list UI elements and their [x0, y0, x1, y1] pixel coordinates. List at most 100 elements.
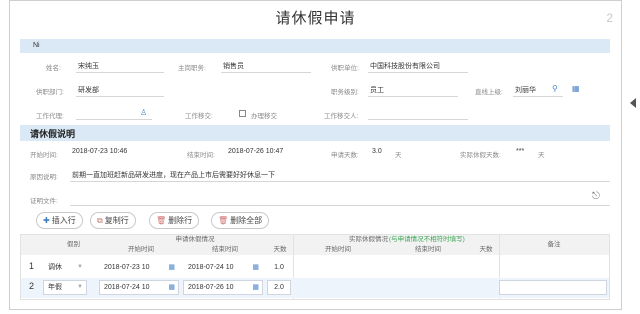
name-label: 姓名: — [46, 65, 61, 72]
trash-all-icon: 🗑 — [218, 216, 229, 225]
end-time-value[interactable]: 2018-07-26 10:47 — [228, 148, 283, 155]
post-value: 销售员 — [223, 63, 244, 70]
header-end: 结束时间 — [212, 246, 238, 253]
days-field[interactable]: 2.0 — [267, 280, 291, 295]
attach-underline — [70, 205, 610, 206]
days-field[interactable]: 1.0 — [267, 260, 291, 275]
reason-value[interactable]: 前期一直加班赶新品研发进度，现在产品上市后需要好好休息一下 — [72, 170, 275, 180]
apply-days-unit: 天 — [395, 152, 402, 159]
copy-row-button[interactable]: ⧉ 复制行 — [90, 212, 136, 229]
apply-days-label: 申请天数: — [331, 152, 359, 159]
end-date-value: 2018-07-24 10 — [188, 264, 234, 271]
agent-label: 工作代理: — [36, 113, 64, 120]
attach-label: 证明文件: — [30, 198, 58, 205]
handover-checkbox-label: 办理移交 — [251, 113, 277, 120]
person-icon[interactable]: ♙ — [140, 108, 147, 117]
post-underline — [221, 72, 311, 73]
header-remark: 备注 — [547, 241, 561, 248]
leave-type-select[interactable]: 调休 ▼ — [43, 260, 87, 275]
level-label: 职务级别: — [331, 89, 359, 96]
row-number: 2 — [29, 281, 35, 291]
agent-underline[interactable] — [76, 119, 152, 120]
insert-row-label: 插入行 — [51, 216, 76, 225]
calendar-icon: ▦ — [168, 264, 175, 271]
delete-all-label: 删除全部 — [230, 216, 263, 225]
calendar-icon: ▦ — [252, 284, 259, 291]
superior-value[interactable]: 刘丽华 — [515, 85, 536, 95]
handover-label: 工作移交: — [185, 113, 213, 120]
leave-type-value: 年假 — [48, 284, 62, 291]
superior-underline — [513, 96, 563, 97]
delete-row-button[interactable]: 🗑 删除行 — [149, 212, 200, 229]
actual-days-value: *** — [516, 148, 525, 155]
leave-form: 请休假申请 2 Ni 姓名: 宋纯玉 主岗职务: 销售员 供职单位: 中国科技股… — [9, 0, 622, 310]
leave-table: 假别 申请休假情况 实际休假情况 (与申请情况不相符时填写) 备注 开始时间 结… — [20, 234, 610, 300]
level-value: 员工 — [370, 87, 384, 94]
reason-label: 原因说明: — [30, 174, 58, 181]
page-title: 请休假申请 — [275, 10, 356, 27]
start-date-value: 2018-07-24 10 — [104, 284, 150, 291]
handover-person-label: 工作移交人: — [324, 113, 359, 120]
header-actual-group: 实际休假情况 — [349, 236, 388, 243]
end-date-field[interactable]: 2018-07-26 10 ▦ — [183, 280, 263, 295]
leave-type-select[interactable]: 年假 ▼ — [43, 280, 87, 295]
delete-row-label: 删除行 — [168, 216, 193, 225]
close-icon[interactable]: 2 — [606, 11, 613, 25]
post-label: 主岗职务: — [178, 65, 206, 72]
user-bar: Ni — [20, 39, 610, 53]
start-date-field[interactable]: 2018-07-23 10 ▦ — [99, 260, 179, 275]
trash-icon: 🗑 — [156, 216, 167, 225]
table-row: 1 调休 ▼ 2018-07-23 10 ▦ 2018-07-24 10 ▦ 1.0 — [21, 258, 609, 278]
person-search-icon[interactable]: ⚲ — [552, 84, 558, 93]
name-value: 宋纯玉 — [78, 63, 99, 70]
handover-checkbox[interactable] — [239, 110, 246, 117]
paperclip-icon[interactable]: ⎋ — [592, 191, 600, 202]
calendar-icon: ▦ — [168, 284, 175, 291]
header-leave-type: 假别 — [67, 241, 80, 248]
reason-underline — [70, 181, 610, 182]
actual-days-unit: 天 — [538, 152, 545, 159]
name-underline — [76, 72, 164, 73]
level-underline — [368, 96, 458, 97]
copy-icon: ⧉ — [97, 216, 103, 225]
end-date-field[interactable]: 2018-07-24 10 ▦ — [183, 260, 263, 275]
remark-field[interactable] — [499, 280, 607, 295]
unit-underline — [368, 72, 468, 73]
days-value: 1.0 — [274, 264, 284, 271]
handover-person-underline[interactable] — [368, 119, 468, 120]
row-number: 1 — [29, 261, 35, 271]
superior-label: 直线上级: — [475, 89, 503, 96]
header-days: 天数 — [273, 246, 287, 253]
unit-value: 中国科技股份有限公司 — [370, 63, 440, 70]
collapse-arrow-icon[interactable] — [630, 98, 636, 108]
header-start: 开始时间 — [128, 246, 154, 253]
chevron-down-icon: ▼ — [77, 264, 83, 270]
delete-all-button[interactable]: 🗑 删除全部 — [211, 212, 270, 229]
header-actual-start: 开始时间 — [325, 246, 351, 253]
end-date-value: 2018-07-26 10 — [188, 284, 234, 291]
insert-row-button[interactable]: ✚ 插入行 — [36, 212, 83, 229]
dept-value: 研发部 — [78, 87, 99, 94]
start-time-label: 开始时间: — [30, 152, 58, 159]
table-row: 2 年假 ▼ 2018-07-24 10 ▦ 2018-07-26 10 ▦ 2.0 — [21, 278, 609, 298]
dept-underline — [76, 96, 164, 97]
leave-type-value: 调休 — [48, 264, 62, 271]
org-chart-icon[interactable]: ▦ — [572, 84, 580, 93]
section-title: 请休假说明 — [30, 129, 76, 139]
header-actual-days: 天数 — [479, 246, 493, 253]
header-actual-note: (与申请情况不相符时填写) — [389, 236, 465, 243]
start-date-field[interactable]: 2018-07-24 10 ▦ — [99, 280, 179, 295]
dept-label: 供职部门: — [36, 89, 64, 96]
start-time-value[interactable]: 2018-07-23 10:46 — [72, 148, 127, 155]
start-date-value: 2018-07-23 10 — [104, 264, 150, 271]
calendar-icon: ▦ — [252, 264, 259, 271]
end-time-label: 结束时间: — [187, 152, 215, 159]
chevron-down-icon: ▼ — [77, 284, 83, 290]
actual-days-label: 实际休假天数: — [460, 152, 501, 159]
section-bar — [20, 125, 610, 141]
days-value: 2.0 — [274, 284, 284, 291]
user-bar-label: Ni — [33, 42, 40, 49]
copy-row-label: 复制行 — [104, 216, 129, 225]
unit-label: 供职单位: — [331, 65, 359, 72]
header-actual-end: 结束时间 — [415, 246, 441, 253]
